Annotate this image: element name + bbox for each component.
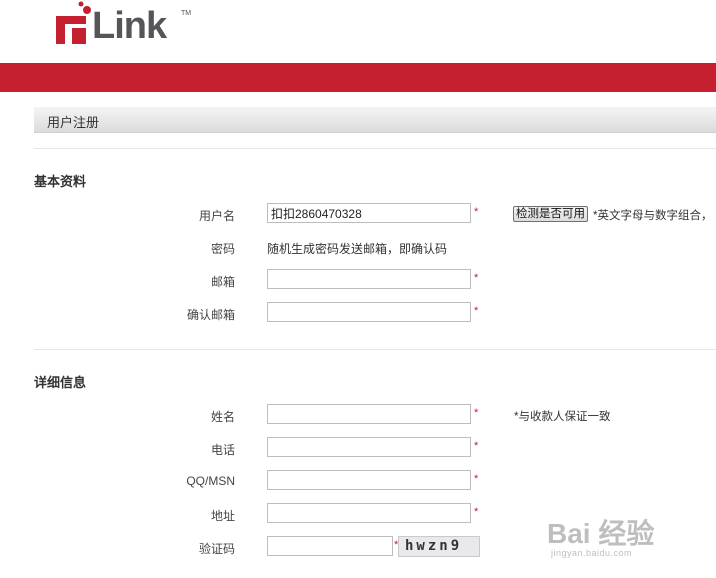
required-mark: * — [474, 473, 479, 485]
basic-info-title: 基本资料 — [34, 174, 87, 189]
required-mark: * — [474, 407, 479, 419]
confirm-email-label: 确认邮箱 — [186, 308, 235, 322]
confirm-email-input[interactable] — [267, 302, 471, 322]
required-mark: * — [474, 305, 479, 317]
captcha-text: hwzn9 — [405, 538, 463, 554]
check-availability-button[interactable]: 检测是否可用 — [513, 206, 588, 222]
username-label: 用户名 — [198, 209, 235, 223]
name-label: 姓名 — [210, 410, 235, 424]
address-label: 地址 — [210, 509, 235, 523]
password-label: 密码 — [210, 242, 235, 256]
qq-msn-label: QQ/MSN — [186, 474, 235, 488]
logo-trademark: TM — [181, 10, 192, 17]
name-note: *与收款人保证一致 — [514, 411, 611, 423]
email-label: 邮箱 — [210, 275, 235, 289]
username-input[interactable] — [267, 203, 471, 223]
divider — [34, 349, 716, 350]
phone-label: 电话 — [210, 443, 235, 457]
watermark-url: jingyan.baidu.com — [551, 548, 633, 558]
qq-msn-input[interactable] — [267, 470, 471, 490]
username-note: *英文字母与数字组合， — [593, 210, 713, 222]
required-mark: * — [474, 272, 479, 284]
top-red-bar — [0, 63, 716, 92]
name-input[interactable] — [267, 404, 471, 424]
divider — [34, 148, 716, 149]
detail-info-title: 详细信息 — [34, 375, 87, 390]
site-logo[interactable]: Link TM — [55, 0, 195, 52]
phone-input[interactable] — [267, 437, 471, 457]
baidu-jingyan-watermark: Bai 经验 jingyan.baidu.com — [547, 512, 713, 566]
logo-text: Link — [92, 5, 167, 47]
page-header-bar: 用户注册 — [34, 107, 716, 133]
page-title: 用户注册 — [47, 115, 100, 130]
address-input[interactable] — [267, 503, 471, 523]
email-input[interactable] — [267, 269, 471, 289]
logo-mark-icon — [56, 1, 91, 44]
captcha-image[interactable]: hwzn9 — [398, 536, 480, 557]
required-mark: * — [474, 440, 479, 452]
password-info: 随机生成密码发送邮箱，即确认码 — [267, 242, 448, 256]
captcha-input[interactable] — [267, 536, 393, 556]
watermark-text: Bai 经验 — [547, 518, 655, 549]
captcha-label: 验证码 — [198, 542, 235, 556]
required-mark: * — [474, 206, 479, 218]
required-mark: * — [474, 506, 479, 518]
